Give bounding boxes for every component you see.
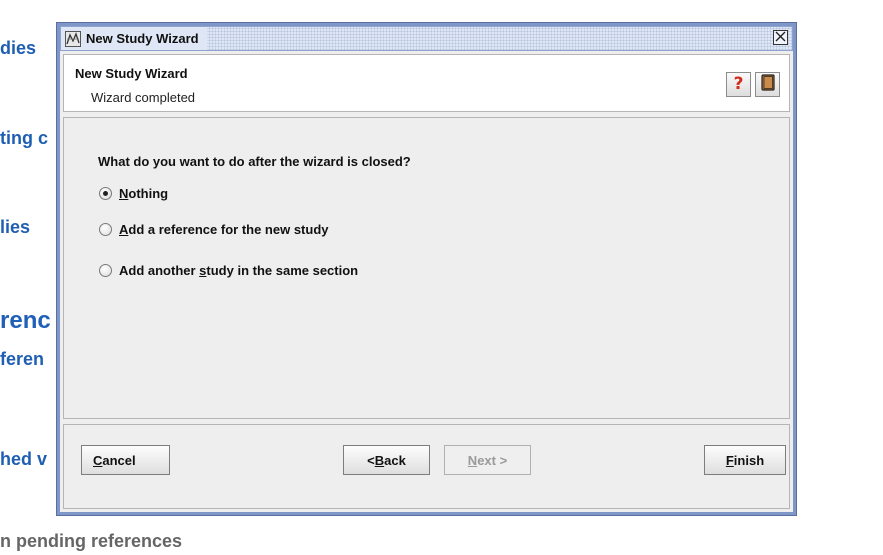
title-bar[interactable]: New Study Wizard <box>60 26 793 51</box>
option-nothing[interactable]: Nothing <box>99 186 168 201</box>
window-title: New Study Wizard <box>86 31 199 46</box>
help-icon: ? <box>733 74 744 94</box>
background-heading-fragment: renc <box>0 307 51 334</box>
close-icon <box>775 29 786 47</box>
next-button[interactable]: Next > <box>444 445 531 475</box>
radio-button[interactable] <box>99 223 112 236</box>
manual-button[interactable] <box>755 72 780 97</box>
cancel-button[interactable]: Cancel <box>81 445 170 475</box>
close-button[interactable] <box>773 30 788 45</box>
back-button[interactable]: < Back <box>343 445 430 475</box>
option-nothing-label: Nothing <box>119 186 169 201</box>
option-add-reference-label: Add a reference for the new study <box>119 222 329 237</box>
wizard-header: New Study Wizard Wizard completed ? <box>63 54 790 112</box>
radio-button[interactable] <box>99 264 112 277</box>
help-button[interactable]: ? <box>726 72 751 97</box>
wizard-footer: Cancel < Back Next > Finish <box>63 424 790 509</box>
wizard-body: What do you want to do after the wizard … <box>63 117 790 419</box>
radio-button-selected[interactable] <box>99 187 112 200</box>
wizard-header-title: New Study Wizard <box>75 66 188 81</box>
finish-button[interactable]: Finish <box>704 445 786 475</box>
option-add-another-study-label: Add another study in the same section <box>119 263 359 278</box>
background-text-fragment: feren <box>0 349 45 369</box>
question-label: What do you want to do after the wizard … <box>98 154 411 169</box>
background-text-fragment: dies <box>0 38 37 58</box>
background-text-fragment: lies <box>0 217 31 237</box>
option-add-another-study[interactable]: Add another study in the same section <box>99 263 358 278</box>
title-plate: New Study Wizard <box>61 27 207 50</box>
wizard-header-subtitle: Wizard completed <box>91 90 196 105</box>
background-text-fragment: ting c <box>0 128 48 148</box>
background-text-fragment: hed v <box>0 449 48 469</box>
book-icon <box>760 73 775 96</box>
radio-dot <box>103 191 108 196</box>
app-icon <box>65 30 81 47</box>
option-add-reference[interactable]: Add a reference for the new study <box>99 222 329 237</box>
dialog-content: New Study Wizard Wizard completed ? What… <box>60 51 793 512</box>
background-text-fragment: n pending references <box>0 531 183 551</box>
new-study-wizard-dialog: New Study Wizard New Study Wizard Wizard… <box>56 22 797 516</box>
